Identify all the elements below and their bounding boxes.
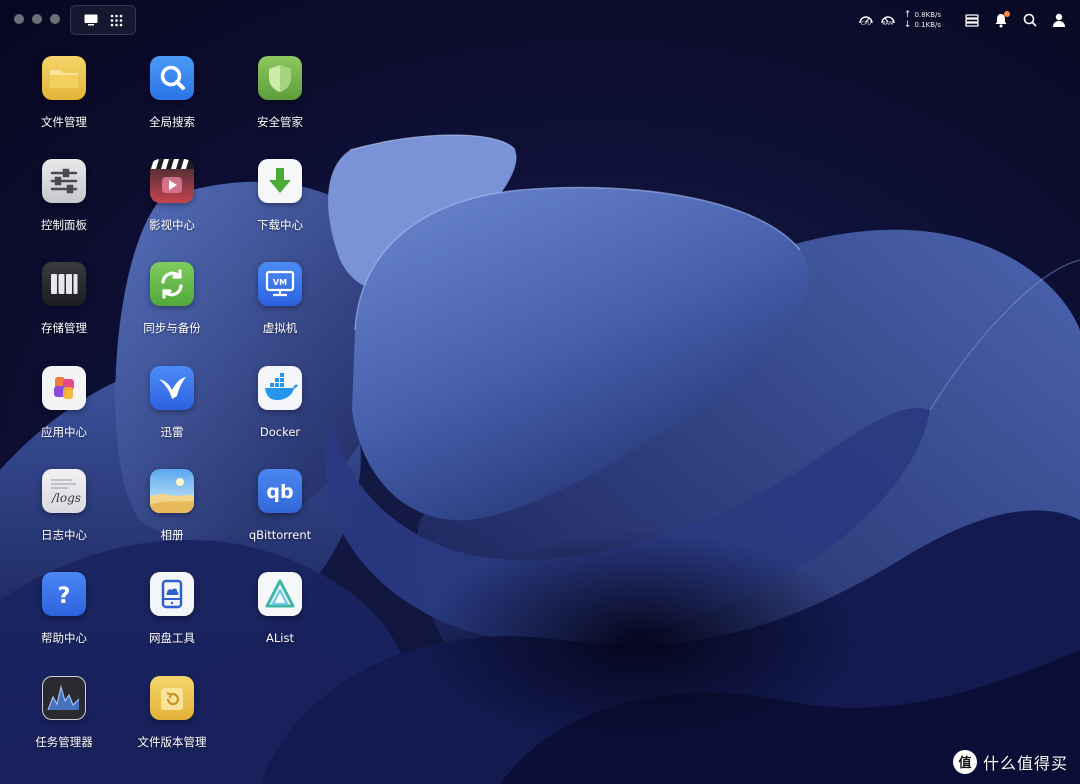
- shield-icon: [258, 56, 302, 100]
- app-label: 相册: [160, 528, 184, 542]
- window-dot-2[interactable]: [32, 14, 42, 24]
- app-security-manager[interactable]: 安全管家: [228, 56, 332, 129]
- download-arrow-icon: [258, 159, 302, 203]
- qbittorrent-icon: qb: [258, 469, 302, 513]
- view-switcher: [70, 5, 136, 35]
- app-label: 影视中心: [149, 218, 195, 232]
- app-label: 存储管理: [41, 321, 87, 335]
- magnifier-icon: [150, 56, 194, 100]
- svg-text:值: 值: [958, 755, 971, 771]
- ram-gauge[interactable]: RAM: [878, 13, 898, 27]
- app-label: 网盘工具: [149, 631, 195, 645]
- watermark-logo-icon: 值: [952, 750, 977, 774]
- app-center-icon: [42, 366, 86, 410]
- cpu-gauge[interactable]: CPU: [856, 13, 876, 27]
- thunder-bird-icon: [150, 366, 194, 410]
- app-label: 日志中心: [41, 528, 87, 542]
- top-bar: CPU RAM ↑ 0.8KB/s ↓ 0.1KB/s: [0, 0, 1080, 40]
- network-speed: ↑ 0.8KB/s ↓ 0.1KB/s: [904, 10, 941, 30]
- app-label: 安全管家: [257, 115, 303, 129]
- app-thunder[interactable]: 迅雷: [120, 366, 224, 439]
- vm-monitor-icon: VM: [258, 262, 302, 306]
- drive-bays-icon: [42, 262, 86, 306]
- cpu-label: CPU: [860, 21, 871, 27]
- status-area: CPU RAM ↑ 0.8KB/s ↓ 0.1KB/s: [856, 6, 1080, 34]
- photo-icon: [150, 469, 194, 513]
- app-log-center[interactable]: /logs 日志中心: [12, 469, 116, 542]
- alist-icon: [258, 572, 302, 616]
- cloud-drive-icon: [150, 572, 194, 616]
- download-speed: 0.1KB/s: [914, 21, 941, 29]
- desktop-icon[interactable]: [84, 14, 98, 26]
- app-label: 文件管理: [41, 115, 87, 129]
- app-label: 任务管理器: [35, 735, 93, 749]
- app-grid-icon[interactable]: [110, 14, 123, 27]
- logs-icon: /logs: [42, 469, 86, 513]
- app-label: 下载中心: [257, 218, 303, 232]
- watermark: 值 什么值得买: [952, 750, 1068, 774]
- app-alist[interactable]: AList: [228, 572, 332, 645]
- app-qbittorrent[interactable]: qb qBittorrent: [228, 469, 332, 542]
- app-label: 同步与备份: [143, 321, 201, 335]
- ram-label: RAM: [882, 21, 894, 27]
- app-media-center[interactable]: 影视中心: [120, 159, 224, 232]
- app-sync-backup[interactable]: 同步与备份: [120, 262, 224, 335]
- app-help-center[interactable]: ? 帮助中心: [12, 572, 116, 645]
- app-cloud-drive-tools[interactable]: 网盘工具: [120, 572, 224, 645]
- notification-badge: [1004, 11, 1010, 17]
- file-version-icon: [150, 676, 194, 720]
- task-manager-icon: [42, 676, 86, 720]
- app-photos[interactable]: 相册: [120, 469, 224, 542]
- app-label: 全局搜索: [149, 115, 195, 129]
- app-label: 应用中心: [41, 425, 87, 439]
- app-label: 虚拟机: [262, 321, 298, 335]
- user-icon[interactable]: [1048, 9, 1070, 31]
- docker-whale-icon: [258, 366, 302, 410]
- svg-text:?: ?: [58, 584, 71, 609]
- svg-text:VM: VM: [273, 278, 287, 287]
- app-label: 控制面板: [41, 218, 87, 232]
- upload-arrow-icon: ↑: [903, 9, 912, 20]
- app-storage-manager[interactable]: 存储管理: [12, 262, 116, 335]
- app-label: 迅雷: [160, 425, 184, 439]
- app-label: Docker: [259, 425, 301, 439]
- search-icon[interactable]: [1019, 9, 1041, 31]
- app-label: AList: [266, 631, 294, 645]
- app-file-version-manager[interactable]: 文件版本管理: [120, 676, 224, 749]
- app-docker[interactable]: Docker: [228, 366, 332, 439]
- clapperboard-icon: [150, 159, 194, 203]
- upload-speed: 0.8KB/s: [914, 11, 941, 19]
- watermark-text: 什么值得买: [982, 754, 1068, 773]
- app-label: 帮助中心: [41, 631, 87, 645]
- window-controls: [14, 14, 60, 24]
- app-global-search[interactable]: 全局搜索: [120, 56, 224, 129]
- storage-list-icon[interactable]: [961, 9, 983, 31]
- app-label: qBittorrent: [248, 528, 312, 542]
- sliders-icon: [42, 159, 86, 203]
- app-file-manager[interactable]: 文件管理: [12, 56, 116, 129]
- window-dot-1[interactable]: [14, 14, 24, 24]
- app-control-panel[interactable]: 控制面板: [12, 159, 116, 232]
- app-app-center[interactable]: 应用中心: [12, 366, 116, 439]
- download-arrow-icon: ↓: [903, 19, 912, 30]
- app-virtual-machine[interactable]: VM 虚拟机: [228, 262, 332, 335]
- window-dot-3[interactable]: [50, 14, 60, 24]
- notification-bell-icon[interactable]: [990, 9, 1012, 31]
- svg-text:qb: qb: [266, 481, 293, 503]
- sync-icon: [150, 262, 194, 306]
- help-icon: ?: [42, 572, 86, 616]
- app-label: 文件版本管理: [137, 735, 207, 749]
- svg-text:/logs: /logs: [51, 491, 81, 505]
- folder-icon: [42, 56, 86, 100]
- app-download-center[interactable]: 下载中心: [228, 159, 332, 232]
- app-task-manager[interactable]: 任务管理器: [12, 676, 116, 749]
